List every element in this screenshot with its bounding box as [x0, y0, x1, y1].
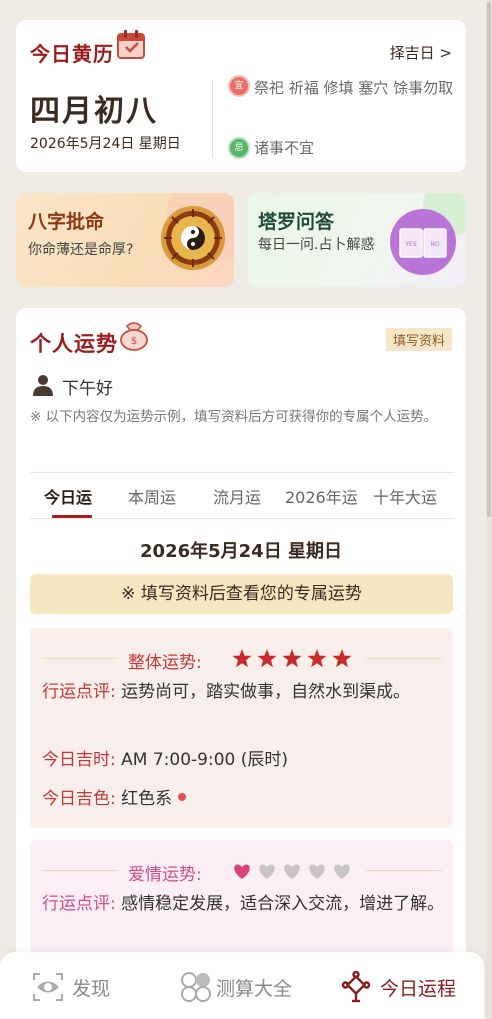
nav-today-fortune[interactable]: 今日运程	[340, 970, 456, 1004]
fill-profile-banner[interactable]: ※ 填写资料后查看您的专属运势	[30, 574, 453, 614]
tab-month[interactable]: 流月运	[213, 484, 261, 508]
star-rating	[232, 649, 352, 668]
lucky-color-row: 今日吉色: 红色系	[42, 785, 447, 813]
love-label: 爱情运势:	[128, 865, 202, 885]
tab-year[interactable]: 2026年运	[285, 484, 358, 508]
scrollbar-thumb[interactable]	[487, 2, 491, 517]
nav-label: 测算大全	[216, 977, 293, 1000]
bottom-nav: 发现 测算大全 今日运程	[0, 952, 484, 1019]
nav-calculations[interactable]: 测算大全	[180, 970, 292, 1004]
nav-discover[interactable]: 发现	[32, 970, 110, 1004]
lucky-color-value: 红色系	[121, 789, 173, 809]
overall-fortune-section: 整体运势: 行运点评: 运势尚可，踏实做事，自然水到渠成。 今日吉时: AM 7…	[30, 628, 453, 828]
ji-text: 诸事不宜	[254, 139, 315, 157]
heart-icon	[259, 864, 275, 879]
tarot-yes-text: YES	[404, 241, 416, 248]
ji-badge: 忌	[228, 137, 250, 159]
fill-profile-button[interactable]: 填写资料	[385, 328, 452, 351]
divider	[212, 80, 213, 158]
heart-icon	[334, 864, 350, 879]
chinese-knot-icon	[341, 971, 371, 1003]
star-icon	[257, 649, 277, 668]
overall-label: 整体运势:	[128, 653, 202, 673]
heart-icon	[234, 864, 250, 879]
lucky-color-key: 今日吉色:	[42, 789, 116, 809]
color-dot	[178, 793, 187, 801]
tab-week[interactable]: 本周运	[128, 484, 176, 508]
select-auspicious-day-link[interactable]: 择吉日 >	[390, 42, 452, 63]
greeting: 下午好	[62, 379, 113, 399]
comment-key: 行运点评:	[42, 894, 116, 914]
personal-fortune-card: 个人运势 $ 填写资料 下午好 ※ 以下内容仅为运势示例，填写资料后方可获得你的…	[16, 308, 466, 1008]
tarot-no-text: NO	[430, 241, 439, 248]
svg-text:$: $	[131, 336, 137, 347]
lucky-bag-icon: $	[120, 322, 148, 351]
divider	[42, 870, 118, 871]
promo-subtitle: 你命薄还是命厚?	[28, 242, 134, 258]
sample-note: ※ 以下内容仅为运势示例，填写资料后方可获得你的专属个人运势。	[30, 409, 438, 425]
promo-title: 八字批命	[28, 211, 105, 233]
lucky-time-value: AM 7:00-9:00 (辰时)	[121, 750, 288, 770]
tabs-divider	[30, 472, 454, 473]
star-icon	[332, 649, 352, 668]
comment-key: 行运点评:	[42, 682, 116, 702]
fortune-title: 个人运势	[30, 332, 118, 356]
user-icon	[33, 375, 53, 396]
star-icon	[232, 649, 252, 668]
promo-subtitle: 每日一问.占卜解惑	[258, 237, 375, 253]
almanac-card[interactable]: 今日黄历 择吉日 > 四月初八 2026年5月24日 星期日 宜 祭祀 祈福 修…	[16, 20, 466, 172]
lucky-time-key: 今日吉时:	[42, 750, 116, 770]
bazi-promo-card[interactable]: 八字批命 你命薄还是命厚?	[16, 193, 234, 287]
lunar-date: 四月初八	[30, 94, 158, 129]
solar-date: 2026年5月24日 星期日	[30, 136, 181, 152]
grid-circles-icon	[181, 972, 211, 1002]
divider	[366, 658, 442, 659]
love-comment-row: 行运点评: 感情稳定发展，适合深入交流，增进了解。	[42, 890, 447, 918]
calendar-icon	[117, 30, 145, 59]
tarot-promo-card[interactable]: 塔罗问答 每日一问.占卜解惑 YES NO	[248, 193, 466, 287]
lucky-time-row: 今日吉时: AM 7:00-9:00 (辰时)	[42, 746, 447, 774]
nav-label: 发现	[72, 977, 111, 1000]
tab-decade[interactable]: 十年大运	[373, 484, 437, 508]
divider	[366, 870, 442, 871]
overall-comment-row: 行运点评: 运势尚可，踏实做事，自然水到渠成。	[42, 678, 447, 706]
star-icon	[282, 649, 302, 668]
heart-icon	[284, 864, 300, 879]
nav-label: 今日运程	[380, 977, 457, 1000]
star-icon	[307, 649, 327, 668]
divider	[42, 658, 118, 659]
fortune-date: 2026年5月24日 星期日	[140, 541, 342, 562]
promo-title: 塔罗问答	[258, 211, 335, 233]
tab-today[interactable]: 今日运	[44, 484, 92, 508]
heart-rating	[234, 864, 350, 879]
tabs-divider	[30, 518, 454, 519]
comment-value: 运势尚可，踏实做事，自然水到渠成。	[121, 682, 411, 702]
bagua-icon	[161, 206, 225, 270]
heart-icon	[309, 864, 325, 879]
tarot-cards-icon: YES NO	[390, 209, 456, 275]
yi-text: 祭祀 祈福 修填 塞穴 馀事勿取	[254, 79, 454, 97]
eye-scan-icon	[33, 973, 63, 1001]
almanac-title: 今日黄历	[30, 42, 114, 66]
comment-value: 感情稳定发展，适合深入交流，增进了解。	[121, 894, 445, 914]
